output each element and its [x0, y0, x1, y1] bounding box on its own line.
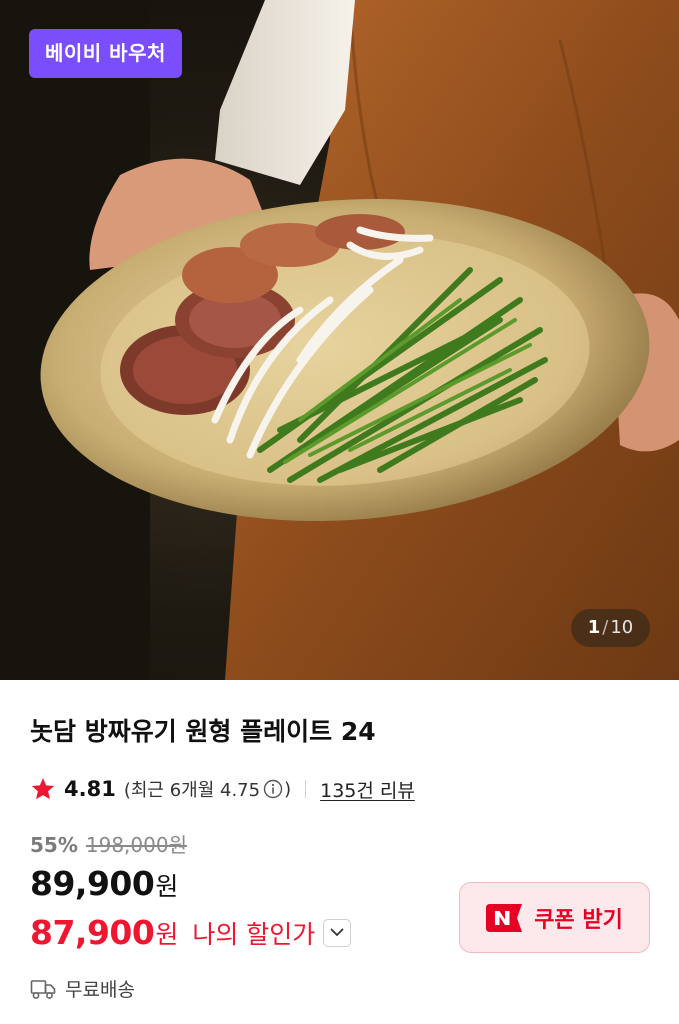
truck-icon	[30, 979, 56, 999]
rating-row: 4.81 (최근 6개월 4.75 ) 135건 리뷰	[30, 772, 415, 806]
star-icon	[31, 777, 55, 800]
image-counter: 1/10	[571, 609, 650, 647]
my-discount-price-row[interactable]: 87,900 원 나의 할인가	[30, 913, 352, 952]
my-discount-price: 87,900	[30, 913, 155, 952]
chevron-down-icon	[330, 928, 344, 936]
my-discount-label: 나의 할인가	[192, 919, 316, 949]
rating-divider	[305, 780, 307, 798]
recent-rating: (최근 6개월 4.75 )	[124, 776, 291, 802]
sale-price: 89,900	[30, 864, 155, 903]
rating-score: 4.81	[64, 777, 116, 801]
recent-rating-text: (최근 6개월 4.75	[123, 780, 261, 801]
info-icon[interactable]	[263, 779, 283, 799]
original-price: 198,000원	[85, 833, 187, 857]
sale-price-row: 89,900 원	[30, 864, 178, 903]
price-detail-toggle[interactable]	[323, 918, 352, 947]
discount-row: 55% 198,000원	[30, 829, 187, 858]
my-discount-price-unit: 원	[155, 919, 179, 949]
naver-n-logo	[486, 903, 523, 932]
shipping-label: 무료배송	[65, 979, 135, 1001]
product-title: 놋담 방짜유기 원형 플레이트 24	[30, 717, 376, 746]
image-total: 10	[610, 617, 634, 638]
baby-voucher-badge: 베이비 바우처	[29, 29, 182, 78]
review-count-link[interactable]: 135건 리뷰	[320, 776, 415, 803]
product-photo	[0, 0, 679, 680]
sale-price-unit: 원	[155, 872, 179, 901]
coupon-download-button[interactable]: 쿠폰 받기	[459, 882, 650, 953]
discount-rate: 55%	[30, 833, 78, 857]
recent-rating-close: )	[284, 778, 292, 800]
coupon-button-label: 쿠폰 받기	[534, 907, 623, 933]
shipping-info: 무료배송	[30, 975, 135, 1002]
product-image-carousel[interactable]: 베이비 바우처 1/10	[0, 0, 679, 680]
image-index: 1	[587, 617, 601, 638]
image-counter-separator: /	[602, 617, 609, 638]
